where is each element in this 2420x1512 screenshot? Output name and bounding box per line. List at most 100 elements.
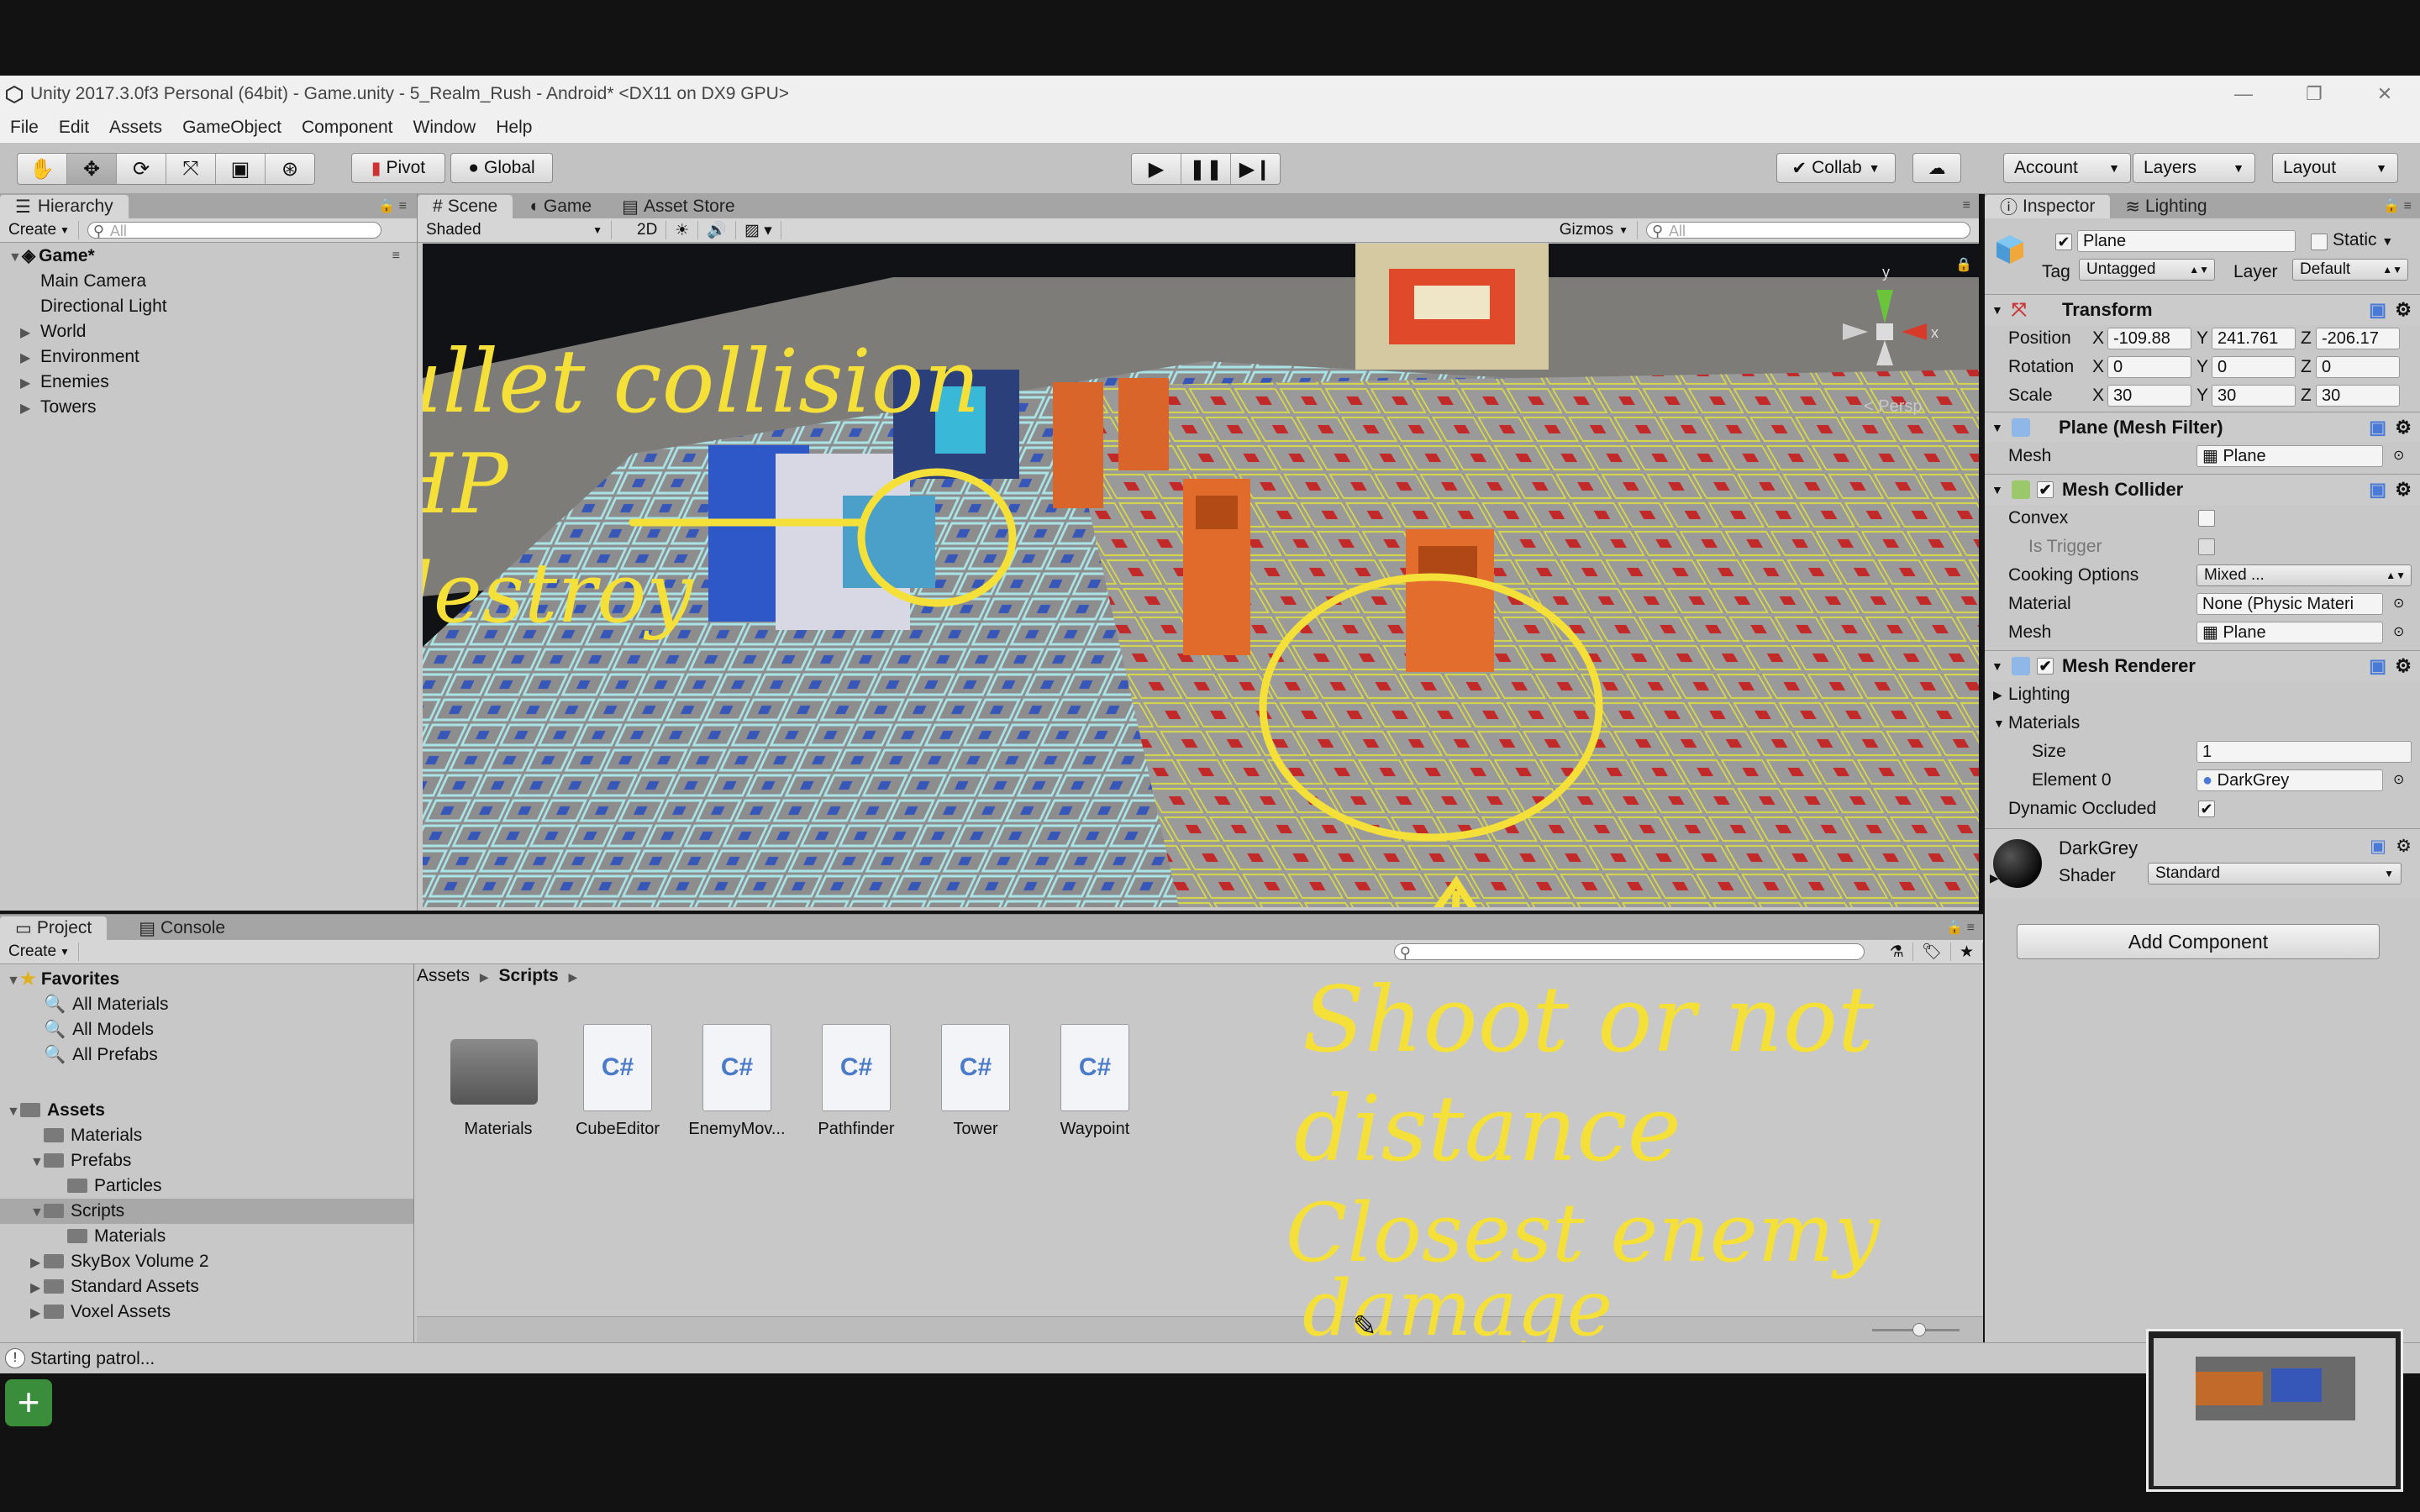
object-name-input[interactable]: Plane <box>2077 230 2296 252</box>
static-checkbox[interactable] <box>2311 234 2328 250</box>
pivot-button[interactable]: ▮ Pivot <box>351 153 445 183</box>
hierarchy-item[interactable]: ▶ Enemies <box>20 370 109 395</box>
asset-tree-item[interactable]: ▼ Scripts <box>0 1199 413 1224</box>
tab-inspector[interactable]: ⓘ Inspector <box>1985 195 2111 218</box>
play-icon[interactable]: ▶ <box>1132 154 1181 184</box>
expand-triangle-icon[interactable]: ▼ <box>1991 651 2003 681</box>
rotation-x-input[interactable]: 0 <box>2107 356 2191 378</box>
menu-help[interactable]: Help <box>496 118 532 138</box>
expand-triangle-icon[interactable]: ▼ <box>30 1200 44 1226</box>
asset-tree-item[interactable]: Materials <box>0 1224 413 1249</box>
favorite-item[interactable]: 🔍 All Materials <box>44 992 169 1017</box>
menu-window[interactable]: Window <box>413 118 476 138</box>
favorite-item[interactable]: 🔍 All Models <box>44 1017 154 1042</box>
expand-triangle-icon[interactable]: ▼ <box>1993 709 2005 738</box>
expand-triangle-icon[interactable]: ▼ <box>1991 475 2003 505</box>
physic-material-field[interactable]: None (Physic Materi <box>2196 593 2383 615</box>
expand-triangle-icon[interactable]: ▶ <box>20 346 34 371</box>
gizmos-dropdown[interactable]: Gizmos ▼ <box>1551 221 1638 239</box>
mesh-collider-header[interactable]: ▼ ✔ Mesh Collider ▣ ⚙ <box>1985 474 2420 505</box>
hierarchy-create-button[interactable]: Create ▼ <box>0 221 79 239</box>
favorites-row[interactable]: ▼★ Favorites <box>7 967 119 992</box>
add-plus-icon[interactable]: + <box>5 1379 52 1426</box>
tab-game[interactable]: ◖ Game <box>513 195 607 218</box>
expand-triangle-icon[interactable]: ▼ <box>7 1100 20 1125</box>
gear-icon[interactable]: ⚙ <box>2396 836 2412 857</box>
hierarchy-item[interactable]: ▶ Towers <box>20 395 97 420</box>
expand-triangle-icon[interactable]: ▶ <box>1990 871 1999 885</box>
minimize-icon[interactable]: — <box>2208 83 2279 105</box>
mesh-renderer-header[interactable]: ▼ ✔ Mesh Renderer ▣ ⚙ <box>1985 650 2420 681</box>
is-trigger-checkbox[interactable] <box>2198 538 2215 555</box>
menu-component[interactable]: Component <box>302 118 393 138</box>
breadcrumb-scripts[interactable]: Scripts <box>499 966 559 985</box>
global-button[interactable]: ● Global <box>450 153 553 183</box>
tab-console[interactable]: ▤ Console <box>124 916 240 940</box>
tab-lighting[interactable]: ≋ Lighting <box>2110 195 2222 218</box>
help-icon[interactable]: ▣ <box>2369 295 2386 325</box>
asset-tree-item[interactable]: Particles <box>0 1173 413 1199</box>
asset-tree-item[interactable]: ▶ SkyBox Volume 2 <box>0 1249 413 1274</box>
panel-menu-icon[interactable]: 🔒 ≡ <box>378 197 407 214</box>
materials-size-input[interactable]: 1 <box>2196 741 2412 763</box>
status-message[interactable]: Starting patrol... <box>30 1349 155 1369</box>
object-picker-icon[interactable]: ⊙ <box>2393 618 2404 647</box>
asset-tree-item[interactable]: ▼ Prefabs <box>0 1148 413 1173</box>
position-y-input[interactable]: 241.761 <box>2212 328 2296 349</box>
help-icon[interactable]: ▣ <box>2369 475 2386 505</box>
object-picker-icon[interactable]: ⊙ <box>2393 590 2404 618</box>
gear-icon[interactable]: ⚙ <box>2395 475 2412 505</box>
mesh-renderer-checkbox[interactable]: ✔ <box>2037 658 2054 675</box>
hand-tool-icon[interactable]: ✋ <box>18 154 67 184</box>
close-icon[interactable]: ✕ <box>2349 83 2420 105</box>
cloud-button[interactable]: ☁ <box>1912 153 1961 183</box>
scene-viewport[interactable]: y x < Persp 🔒 bullet collision HP destro… <box>423 244 1979 907</box>
collider-mesh-field[interactable]: ▦ Plane <box>2196 622 2383 643</box>
asset-script[interactable]: C# CubeEditor <box>563 1024 672 1192</box>
scale-y-input[interactable]: 30 <box>2212 385 2296 407</box>
expand-triangle-icon[interactable]: ▼ <box>8 245 22 270</box>
breadcrumb-assets[interactable]: Assets <box>417 966 470 985</box>
tag-dropdown[interactable]: Untagged ▲▼ <box>2079 259 2215 281</box>
menu-assets[interactable]: Assets <box>109 118 162 138</box>
lighting-toggle-icon[interactable]: ☀ <box>666 221 699 239</box>
asset-folder[interactable]: Materials <box>444 1024 553 1192</box>
expand-triangle-icon[interactable]: ▼ <box>1991 295 2003 325</box>
expand-triangle-icon[interactable]: ▶ <box>20 321 34 346</box>
shading-dropdown[interactable]: Shaded ▼ <box>418 221 612 239</box>
panel-menu-icon[interactable]: 🔒 ≡ <box>2383 197 2412 214</box>
effects-dropdown-icon[interactable]: ▨ ▾ <box>736 221 781 239</box>
gear-icon[interactable]: ⚙ <box>2395 295 2412 325</box>
account-dropdown[interactable]: Account ▼ <box>2003 153 2131 183</box>
scene-search-input[interactable]: ⚲ All <box>1646 222 1970 239</box>
asset-tree-item[interactable]: ▶ Standard Assets <box>0 1274 413 1299</box>
gear-icon[interactable]: ⚙ <box>2395 651 2412 681</box>
active-checkbox[interactable]: ✔ <box>2055 234 2072 250</box>
mesh-field[interactable]: ▦ Plane <box>2196 445 2383 467</box>
tab-scene[interactable]: # Scene <box>418 195 513 218</box>
menu-edit[interactable]: Edit <box>59 118 89 138</box>
hierarchy-item[interactable]: ▶ World <box>20 319 86 344</box>
move-tool-icon[interactable]: ✥ <box>67 154 117 184</box>
expand-triangle-icon[interactable]: ▼ <box>30 1150 44 1175</box>
expand-triangle-icon[interactable]: ▶ <box>20 371 34 396</box>
asset-script[interactable]: C# Tower <box>921 1024 1030 1192</box>
asset-tree-item[interactable]: ▶ Voxel Assets <box>0 1299 413 1325</box>
menu-gameobject[interactable]: GameObject <box>182 118 281 138</box>
rotation-z-input[interactable]: 0 <box>2316 356 2400 378</box>
tab-hierarchy[interactable]: ☰ Hierarchy <box>0 195 129 218</box>
cooking-options-dropdown[interactable]: Mixed ... ▲▼ <box>2196 564 2412 586</box>
object-picker-icon[interactable]: ⊙ <box>2393 442 2404 470</box>
position-x-input[interactable]: -109.88 <box>2107 328 2191 349</box>
hierarchy-item[interactable]: Main Camera <box>20 269 146 294</box>
scene-menu-icon[interactable]: ≡ <box>392 244 400 269</box>
step-icon[interactable]: ▶❙ <box>1231 154 1280 184</box>
object-picker-icon[interactable]: ⊙ <box>2393 766 2404 795</box>
help-icon[interactable]: ▣ <box>2370 836 2386 857</box>
scale-tool-icon[interactable]: ⤧ <box>166 154 216 184</box>
2d-toggle-button[interactable]: 2D <box>629 221 667 239</box>
mesh-filter-header[interactable]: ▼ Plane (Mesh Filter) ▣ ⚙ <box>1985 412 2420 443</box>
chevron-down-icon[interactable]: ▼ <box>2381 234 2393 248</box>
transform-tool-icon[interactable]: ⊛ <box>266 154 314 184</box>
menu-file[interactable]: File <box>10 118 39 138</box>
